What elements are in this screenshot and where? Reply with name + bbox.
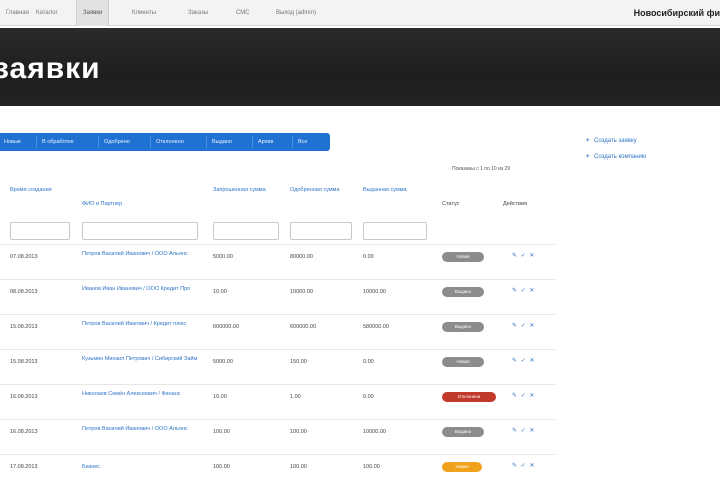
cell-date: 16.08.2013 bbox=[10, 394, 38, 400]
tab-approved[interactable]: Одобрено bbox=[104, 133, 130, 151]
page-header: заявки bbox=[0, 28, 720, 106]
row-action-icons[interactable]: ✎ ✓ ✕ bbox=[512, 322, 535, 329]
cell-approved: 80000.00 bbox=[290, 254, 313, 260]
plus-icon: + bbox=[586, 154, 590, 160]
cell-date: 15.08.2013 bbox=[10, 324, 38, 330]
filter-issued-input[interactable] bbox=[363, 222, 427, 240]
cell-client-link[interactable]: Бизнес bbox=[82, 463, 202, 471]
cell-client-link[interactable]: Петров Василий Ивагович / Кредит плюс bbox=[82, 320, 202, 328]
row-action-icons[interactable]: ✎ ✓ ✕ bbox=[512, 427, 535, 434]
cell-issued: 10000.00 bbox=[363, 429, 386, 435]
filter-date-input[interactable] bbox=[10, 222, 70, 240]
cell-issued: 0.00 bbox=[363, 254, 374, 260]
page-title: заявки bbox=[0, 52, 101, 85]
status-badge: Выдано bbox=[442, 322, 484, 332]
filter-requested-input[interactable] bbox=[213, 222, 279, 240]
cell-client-link[interactable]: Иванов Иван Иванович / ООО Кредит Про bbox=[82, 285, 202, 293]
table-row[interactable]: 15.08.2013 Петров Василий Ивагович / Кре… bbox=[0, 314, 555, 349]
status-badge: Выдано bbox=[442, 427, 484, 437]
tab-archive[interactable]: Архив bbox=[258, 133, 273, 151]
cell-approved: 150.00 bbox=[290, 359, 307, 365]
tab-divider bbox=[36, 136, 37, 148]
cell-requested: 5000.00 bbox=[213, 254, 233, 260]
nav-item-logout[interactable]: Выход (admin) bbox=[270, 0, 322, 26]
cell-client-link[interactable]: Кузьмин Михаил Петрович / Сибирский Займ bbox=[82, 355, 202, 363]
table-row[interactable]: 17.08.2013 Бизнес 100.00 100.00 100.00 Н… bbox=[0, 454, 555, 480]
nav-item-sms[interactable]: СМС bbox=[230, 0, 256, 26]
nav-item-clients[interactable]: Клиенты bbox=[126, 0, 162, 26]
cell-issued: 100.00 bbox=[363, 464, 380, 470]
top-nav: Главная Каталог Заявки Клиенты Заказы СМ… bbox=[0, 0, 720, 26]
cell-issued: 0.00 bbox=[363, 359, 374, 365]
table-row[interactable]: 15.08.2013 Кузьмин Михаил Петрович / Сиб… bbox=[0, 349, 555, 384]
cell-date: 17.08.2013 bbox=[10, 464, 38, 470]
cell-date: 07.08.2013 bbox=[10, 254, 38, 260]
cell-approved: 600000.00 bbox=[290, 324, 316, 330]
column-header-requested[interactable]: Запрошенная сумма bbox=[213, 186, 283, 195]
company-name: Новосибирский фи bbox=[633, 8, 720, 18]
cell-requested: 10.00 bbox=[213, 394, 227, 400]
row-action-icons[interactable]: ✎ ✓ ✕ bbox=[512, 357, 535, 364]
cell-issued: 580000.00 bbox=[363, 324, 389, 330]
status-badge: Новая bbox=[442, 252, 484, 262]
row-action-icons[interactable]: ✎ ✓ ✕ bbox=[512, 287, 535, 294]
tab-processing[interactable]: В обработке bbox=[42, 133, 74, 151]
plus-icon: + bbox=[586, 138, 590, 144]
cell-approved: 100.00 bbox=[290, 429, 307, 435]
table-row[interactable]: 08.08.2013 Иванов Иван Иванович / ООО Кр… bbox=[0, 279, 555, 314]
cell-requested: 10.00 bbox=[213, 289, 227, 295]
cell-requested: 100.00 bbox=[213, 429, 230, 435]
cell-requested: 100.00 bbox=[213, 464, 230, 470]
nav-item-catalog[interactable]: Каталог bbox=[30, 0, 64, 26]
table-row[interactable]: 16.08.2013 Петров Василий Иванович / ООО… bbox=[0, 419, 555, 454]
tab-new[interactable]: Новые bbox=[4, 133, 21, 151]
status-badge: Выдано bbox=[442, 287, 484, 297]
cell-approved: 10000.00 bbox=[290, 289, 313, 295]
tab-divider bbox=[150, 136, 151, 148]
cell-client-link[interactable]: Петров Василий Иванович / ООО Альянс bbox=[82, 250, 202, 258]
create-company-label: Создать компанию bbox=[594, 154, 647, 160]
tab-divider bbox=[292, 136, 293, 148]
status-badge: Новая bbox=[442, 462, 482, 472]
filter-client-input[interactable] bbox=[82, 222, 198, 240]
column-header-client[interactable]: ФИО и Партнер bbox=[82, 200, 192, 209]
cell-issued: 10000.00 bbox=[363, 289, 386, 295]
row-action-icons[interactable]: ✎ ✓ ✕ bbox=[512, 462, 535, 469]
cell-client-link[interactable]: Николаев Семён Алексеевич / Финанс bbox=[82, 390, 202, 398]
cell-requested: 5000.00 bbox=[213, 359, 233, 365]
cell-requested: 600000.00 bbox=[213, 324, 239, 330]
cell-approved: 1.00 bbox=[290, 394, 301, 400]
cell-date: 15.08.2013 bbox=[10, 359, 38, 365]
cell-approved: 100.00 bbox=[290, 464, 307, 470]
column-header-status: Статус bbox=[442, 201, 460, 207]
tab-divider bbox=[206, 136, 207, 148]
cell-date: 08.08.2013 bbox=[10, 289, 38, 295]
tab-divider bbox=[98, 136, 99, 148]
filter-approved-input[interactable] bbox=[290, 222, 352, 240]
tab-divider bbox=[252, 136, 253, 148]
status-badge: Новая bbox=[442, 357, 484, 367]
row-action-icons[interactable]: ✎ ✓ ✕ bbox=[512, 392, 535, 399]
nav-item-requests[interactable]: Заявки bbox=[76, 0, 110, 26]
create-request-link[interactable]: + Создать заявку bbox=[586, 138, 637, 144]
tab-all[interactable]: Все bbox=[298, 133, 307, 151]
column-header-actions: Действия bbox=[503, 201, 528, 207]
status-tabs: Новые В обработке Одобрено Отклонено Выд… bbox=[0, 133, 330, 151]
column-header-issued[interactable]: Выданная сумма bbox=[363, 186, 433, 195]
tab-rejected[interactable]: Отклонено bbox=[156, 133, 184, 151]
tab-issued[interactable]: Выдано bbox=[212, 133, 232, 151]
status-badge: Отклонена bbox=[442, 392, 496, 402]
cell-date: 16.08.2013 bbox=[10, 429, 38, 435]
pager-summary: Показаны с 1 по 10 из 29 bbox=[452, 166, 511, 172]
column-header-approved[interactable]: Одобренная сумма bbox=[290, 186, 360, 195]
row-action-icons[interactable]: ✎ ✓ ✕ bbox=[512, 252, 535, 259]
cell-client-link[interactable]: Петров Василий Иванович / ООО Альянс bbox=[82, 425, 202, 433]
create-request-label: Создать заявку bbox=[594, 138, 637, 144]
table-row[interactable]: 16.08.2013 Николаев Семён Алексеевич / Ф… bbox=[0, 384, 555, 419]
column-header-date[interactable]: Время создания bbox=[10, 186, 60, 195]
create-company-link[interactable]: + Создать компанию bbox=[586, 154, 646, 160]
cell-issued: 0.00 bbox=[363, 394, 374, 400]
table-row[interactable]: 07.08.2013 Петров Василий Иванович / ООО… bbox=[0, 244, 555, 279]
nav-item-orders[interactable]: Заказы bbox=[182, 0, 214, 26]
